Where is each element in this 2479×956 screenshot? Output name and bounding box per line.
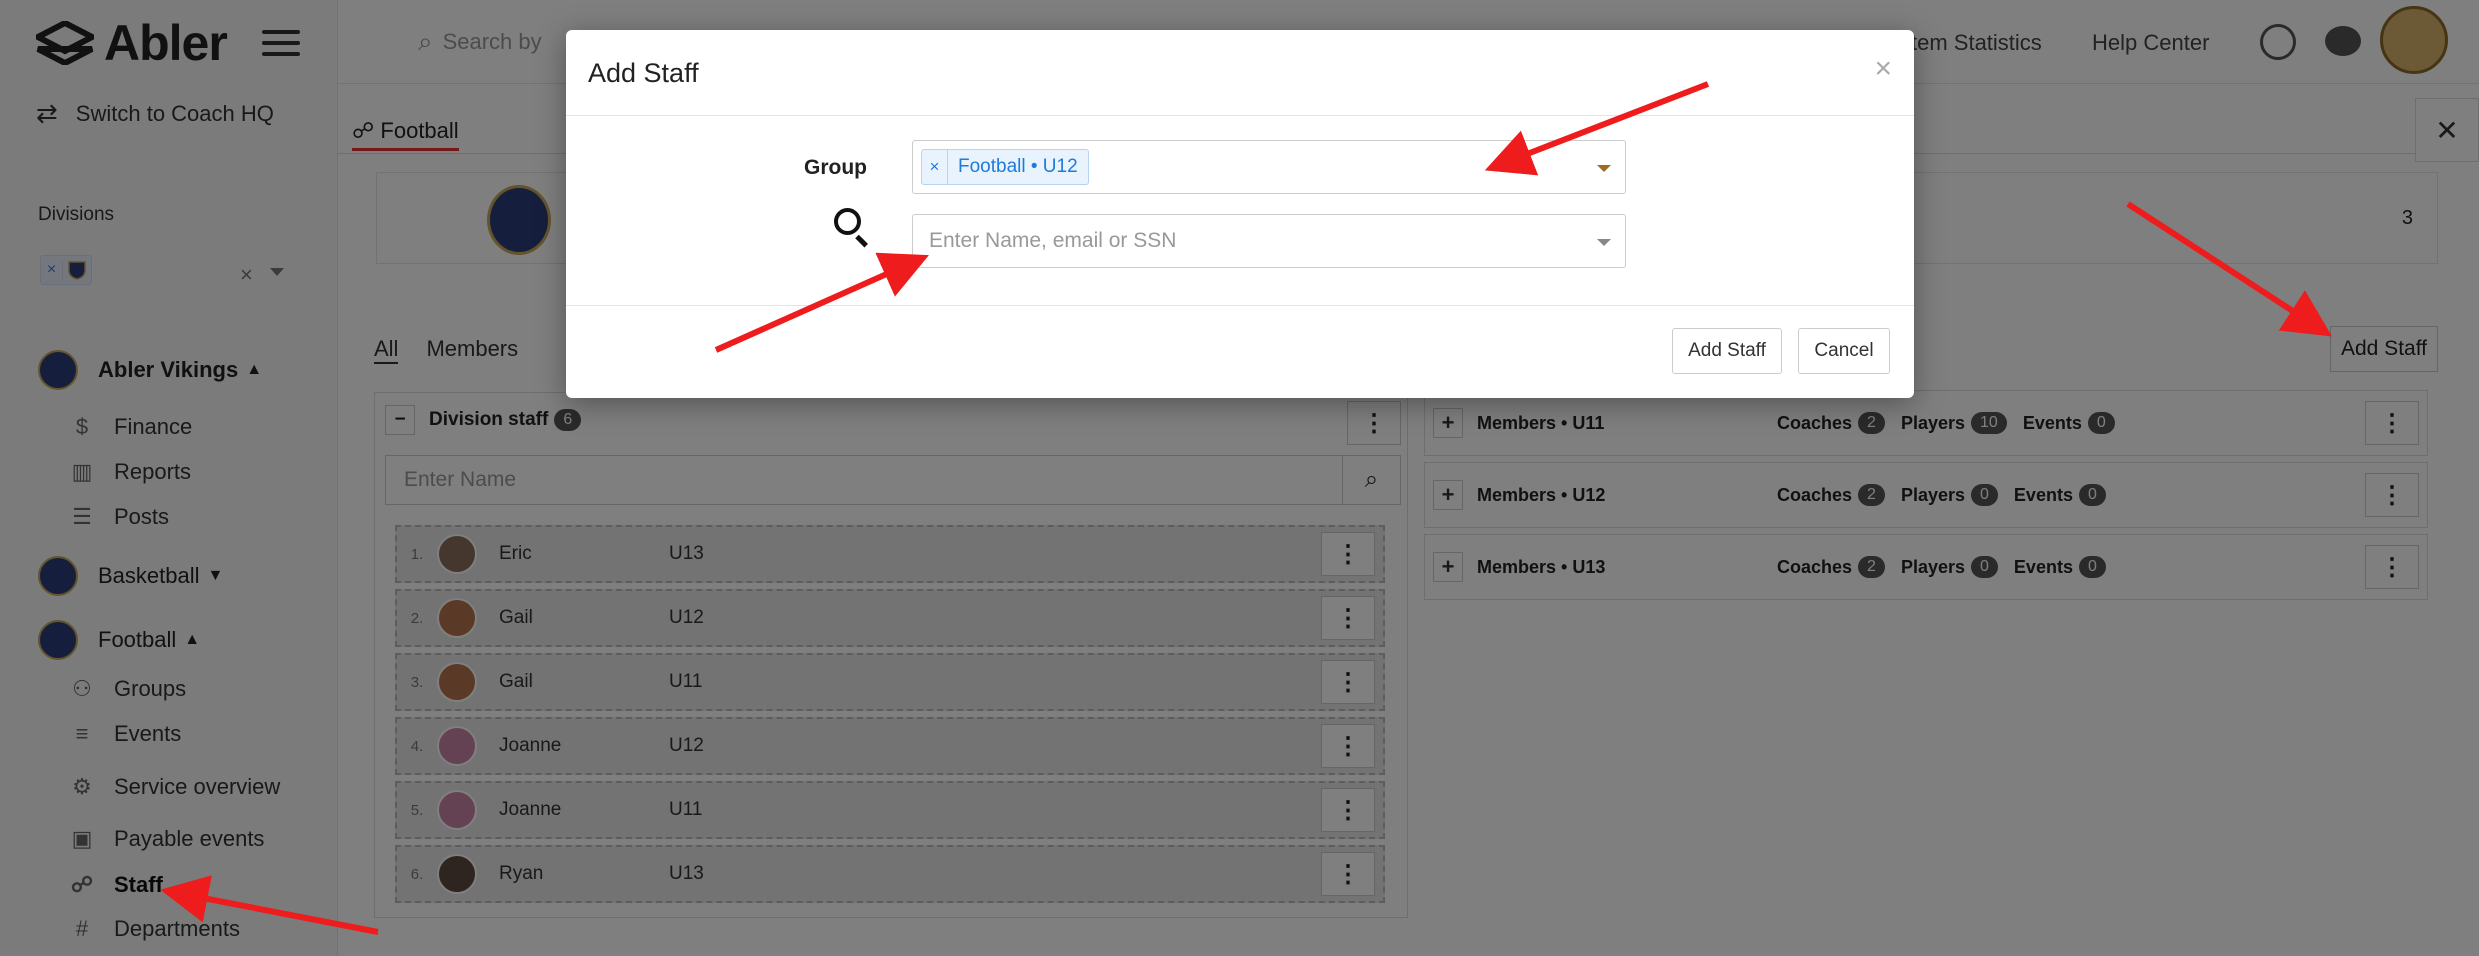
chevron-down-icon[interactable]: [1597, 165, 1611, 172]
modal-body: Group × Football • U12 Enter Name, email…: [566, 116, 1914, 306]
cancel-button[interactable]: Cancel: [1798, 328, 1890, 374]
group-label: Group: [804, 156, 867, 179]
staff-name-search-input[interactable]: Enter Name, email or SSN: [912, 214, 1626, 268]
search-icon: [834, 208, 870, 248]
add-staff-submit-button[interactable]: Add Staff: [1672, 328, 1782, 374]
chip-remove-icon[interactable]: ×: [922, 150, 948, 184]
chevron-down-icon[interactable]: [1597, 239, 1611, 246]
add-staff-modal: Add Staff × Group × Football • U12 Enter…: [566, 30, 1914, 398]
modal-footer: Add Staff Cancel: [566, 306, 1914, 396]
modal-header: Add Staff ×: [566, 30, 1914, 116]
group-select[interactable]: × Football • U12: [912, 140, 1626, 194]
modal-title: Add Staff: [588, 58, 699, 88]
name-placeholder: Enter Name, email or SSN: [929, 229, 1177, 252]
close-icon[interactable]: ×: [1874, 52, 1892, 86]
group-chip-label: Football • U12: [958, 156, 1078, 177]
group-chip[interactable]: × Football • U12: [921, 149, 1089, 185]
